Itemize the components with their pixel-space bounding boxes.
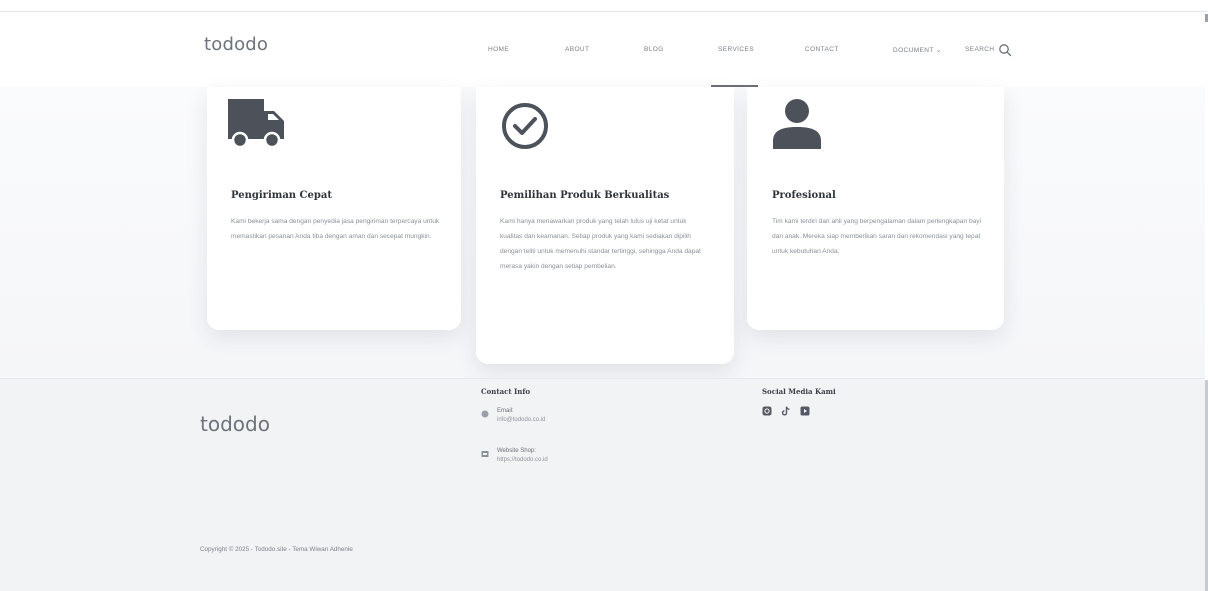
social-media-heading: Social Media Kami	[762, 387, 836, 396]
site-logo[interactable]: tododo	[204, 34, 268, 55]
delivery-truck-icon	[228, 99, 284, 149]
service-card-fast-delivery: Pengiriman Cepat Kami bekerja sama denga…	[207, 87, 461, 330]
website-label: Website Shop:	[497, 448, 536, 454]
shop-icon	[481, 451, 489, 457]
card-title: Pemilihan Produk Berkualitas	[500, 190, 670, 201]
card-description: Kami bekerja sama dengan penyedia jasa p…	[231, 218, 440, 240]
footer: tododo Contact Info Email: info@tododo.c…	[0, 378, 1205, 591]
service-card-quality-products: Pemilihan Produk Berkualitas Kami hanya …	[476, 87, 734, 364]
user-icon	[773, 99, 821, 149]
check-circle-icon	[502, 103, 548, 149]
email-label: Email:	[497, 408, 514, 414]
nav-item-services[interactable]: SERVICES	[718, 46, 754, 53]
email-icon	[481, 410, 489, 418]
youtube-icon[interactable]	[800, 406, 810, 416]
navbar: tododo HOME ABOUT BLOG SERVICES CONTACT …	[0, 13, 1205, 87]
website-value[interactable]: https://tododo.co.id	[497, 456, 548, 465]
nav-item-about[interactable]: ABOUT	[565, 46, 589, 53]
email-value[interactable]: info@tododo.co.id	[497, 416, 545, 425]
contact-email: Email: info@tododo.co.id	[481, 407, 545, 425]
social-links	[762, 406, 810, 416]
service-card-professional: Profesional Tim kami terdiri dari ahli y…	[747, 87, 1004, 330]
copyright-text: Copyright © 2025 - Tododo.site - Tema Wi…	[200, 546, 353, 553]
nav-item-home[interactable]: HOME	[488, 46, 509, 53]
card-title: Profesional	[772, 190, 836, 201]
card-description: Kami hanya menawarkan produk yang telah …	[500, 218, 701, 270]
nav-item-blog[interactable]: BLOG	[644, 46, 664, 53]
card-title: Pengiriman Cepat	[231, 190, 332, 201]
nav-item-search[interactable]: SEARCH	[965, 46, 995, 53]
instagram-icon[interactable]	[762, 406, 772, 416]
contact-info-heading: Contact Info	[481, 387, 531, 396]
contact-website: Website Shop: https://tododo.co.id	[481, 447, 548, 465]
card-description: Tim kami terdiri dari ahli yang berpenga…	[772, 218, 982, 255]
tiktok-icon[interactable]	[781, 406, 791, 416]
search-icon[interactable]	[998, 43, 1012, 57]
footer-logo[interactable]: tododo	[200, 412, 270, 436]
nav-item-contact[interactable]: CONTACT	[805, 46, 839, 53]
nav-item-document[interactable]: DOCUMENT ⌄	[893, 46, 942, 54]
browser-top-edge	[0, 0, 1208, 12]
